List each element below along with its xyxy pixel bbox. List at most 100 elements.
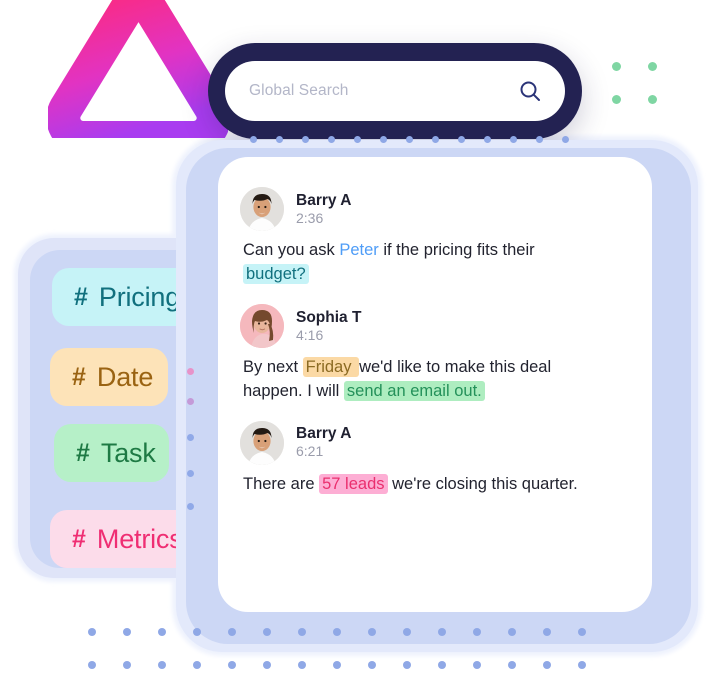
tag-chip-label: Metrics xyxy=(96,523,183,554)
message-body: By next Friday we'd like to make this de… xyxy=(240,355,593,404)
decor-dot-green xyxy=(612,95,621,104)
message-header: Barry A 2:36 xyxy=(240,187,630,231)
decor-dot-grid xyxy=(123,661,131,669)
highlighted-entity[interactable]: Friday xyxy=(302,356,360,377)
decor-dot-grid xyxy=(578,661,586,669)
decor-dot-green xyxy=(612,62,621,71)
message-meta: Sophia T 4:16 xyxy=(296,309,361,343)
screenshot-root: #Pricing#Date#Task#Metrics Barry A2:36 C… xyxy=(0,0,707,689)
triangle-logo xyxy=(48,0,228,138)
decor-dot-search-row xyxy=(458,136,465,143)
message-body: Can you ask Peter if the pricing fits th… xyxy=(240,238,593,287)
avatar-barry[interactable] xyxy=(240,420,284,465)
message-meta: Barry A 2:36 xyxy=(296,192,351,226)
search-shell xyxy=(208,43,582,139)
decor-dot-grid xyxy=(298,628,306,636)
decor-dot-grid xyxy=(193,661,201,669)
message-author: Barry A xyxy=(296,425,352,443)
conversation-card: Barry A 2:36 Can you ask Peter if the pri… xyxy=(218,157,652,612)
message-text: if the pricing fits their xyxy=(378,241,535,259)
decor-dot-grid xyxy=(158,628,166,636)
decor-dot-grid xyxy=(438,628,446,636)
decor-dot-grid xyxy=(298,661,306,669)
tag-chip-date[interactable]: # Date xyxy=(50,348,168,406)
decor-dot-search-row xyxy=(510,136,517,143)
message-header: Barry A 6:21 xyxy=(240,420,630,465)
message-list: Barry A 2:36 Can you ask Peter if the pri… xyxy=(218,157,652,612)
decor-dot-grid xyxy=(333,661,341,669)
decor-dot-grid xyxy=(228,628,236,636)
message-body: There are 57 leads we're closing this qu… xyxy=(240,472,593,496)
decor-dot-grid xyxy=(123,628,131,636)
hash-icon: # xyxy=(74,282,88,311)
message-author: Barry A xyxy=(296,191,352,209)
tag-chip-label: Task xyxy=(100,437,156,468)
decor-dot-search-row xyxy=(380,136,387,143)
decor-dot-grid xyxy=(438,661,446,669)
decor-dot-search-row xyxy=(484,136,491,143)
hash-icon: # xyxy=(72,362,86,391)
decor-dot-grid xyxy=(508,661,516,669)
message: Barry A 6:21 There are 57 leads we're clos… xyxy=(240,420,630,496)
decor-dot-search-row xyxy=(432,136,439,143)
decor-dot-grid xyxy=(473,628,481,636)
decor-dot-grid xyxy=(263,628,271,636)
message-author: Sophia T xyxy=(296,308,362,326)
decor-dot-search-row xyxy=(536,136,543,143)
tag-chip-task[interactable]: # Task xyxy=(54,424,169,482)
decor-dot-search-row xyxy=(562,136,569,143)
decor-dot-grid xyxy=(193,628,201,636)
decor-dot-grid xyxy=(368,628,376,636)
decor-dot-side xyxy=(187,470,194,477)
decor-dot-side xyxy=(187,398,194,405)
decor-dot-grid xyxy=(368,661,376,669)
message: Barry A 2:36 Can you ask Peter if the pri… xyxy=(240,187,630,287)
tag-chip-label: Date xyxy=(96,361,154,392)
search-icon[interactable] xyxy=(517,78,543,104)
decor-dot-search-row xyxy=(406,136,413,143)
message-text: By next xyxy=(243,357,303,376)
message-timestamp: 2:36 xyxy=(296,209,324,226)
decor-dot-grid xyxy=(263,661,271,669)
decor-dot-grid xyxy=(403,628,411,636)
decor-dot-grid xyxy=(158,661,166,669)
search-input[interactable] xyxy=(247,81,517,101)
message-text: Can you ask xyxy=(243,241,340,259)
decor-dot-grid xyxy=(403,661,411,669)
decor-dot-grid xyxy=(508,628,516,636)
decor-dot-grid xyxy=(228,661,236,669)
message-text: we're closing this quarter. xyxy=(387,474,578,493)
decor-dot-search-row xyxy=(354,136,361,143)
decor-dot-side xyxy=(187,434,194,441)
decor-dot-green xyxy=(648,62,657,71)
message-timestamp: 4:16 xyxy=(296,326,324,343)
message-timestamp: 6:21 xyxy=(296,443,324,460)
decor-dot-search-row xyxy=(250,136,257,143)
avatar-barry[interactable] xyxy=(240,187,284,231)
decor-dot-grid xyxy=(543,628,551,636)
highlighted-entity[interactable]: 57 leads xyxy=(319,473,388,494)
tag-chip-label: Pricing xyxy=(98,281,181,312)
mention-link[interactable]: Peter xyxy=(339,241,378,259)
decor-dot-search-row xyxy=(302,136,309,143)
decor-dot-green xyxy=(648,95,657,104)
highlighted-entity[interactable]: send an email out. xyxy=(343,381,485,402)
decor-dot-grid xyxy=(333,628,341,636)
decor-dot-side xyxy=(187,503,194,510)
decor-dot-grid xyxy=(578,628,586,636)
highlighted-entity[interactable]: budget? xyxy=(243,264,309,285)
message-header: Sophia T 4:16 xyxy=(240,303,630,348)
decor-dot-side xyxy=(187,368,194,375)
decor-dot-grid xyxy=(88,628,96,636)
message: Sophia T 4:16 By next Friday we'd like to … xyxy=(240,303,630,404)
avatar-sophia[interactable] xyxy=(240,303,284,348)
decor-dot-grid xyxy=(543,661,551,669)
decor-dot-search-row xyxy=(276,136,283,143)
decor-dot-grid xyxy=(473,661,481,669)
hash-icon: # xyxy=(72,524,86,553)
global-search-bar[interactable] xyxy=(225,61,565,121)
hash-icon: # xyxy=(76,438,90,467)
decor-dot-search-row xyxy=(328,136,335,143)
message-text: There are xyxy=(243,474,320,493)
decor-dot-grid xyxy=(88,661,96,669)
